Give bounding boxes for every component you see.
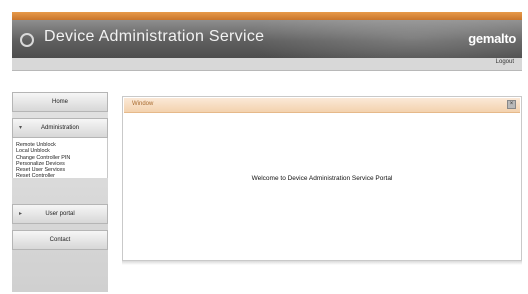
welcome-message: Welcome to Device Administration Service…: [251, 175, 393, 182]
brand-logo: gemalto: [468, 31, 516, 46]
sidebar-item-label: Administration: [40, 125, 79, 131]
sidebar-item-home[interactable]: Home: [12, 92, 108, 112]
close-icon[interactable]: ×: [507, 100, 516, 109]
sidebar-item-label: Contact: [49, 237, 71, 243]
submenu-item-reset-controller[interactable]: Reset Controller: [13, 173, 107, 179]
app-title: Device Administration Service: [44, 28, 265, 45]
header-accent-stripe: [12, 12, 522, 20]
panel-title: Window: [132, 101, 154, 107]
sidebar-item-user-portal[interactable]: ▸ User portal: [12, 204, 108, 224]
panel-header: Window ×: [124, 98, 520, 113]
app-logo-icon: [20, 33, 34, 47]
chevron-down-icon: ▾: [19, 125, 23, 131]
app-header: Device Administration Service gemalto: [12, 20, 522, 58]
admin-submenu: Remote Unblock Local Unblock Change Cont…: [12, 138, 108, 179]
content-panel: Window × Welcome to Device Administratio…: [122, 96, 522, 261]
sidebar-item-label: Home: [51, 99, 68, 105]
sidebar-item-administration[interactable]: ▾ Administration: [12, 118, 108, 138]
sidebar-item-label: User portal: [45, 211, 75, 217]
sidebar: Home ▾ Administration Remote Unblock Loc…: [12, 92, 108, 292]
panel-shadow: [122, 261, 522, 265]
chevron-right-icon: ▸: [19, 211, 23, 217]
header-toolbar: Logout: [12, 58, 522, 71]
logout-link[interactable]: Logout: [496, 59, 514, 65]
sidebar-item-contact[interactable]: Contact: [12, 230, 108, 250]
